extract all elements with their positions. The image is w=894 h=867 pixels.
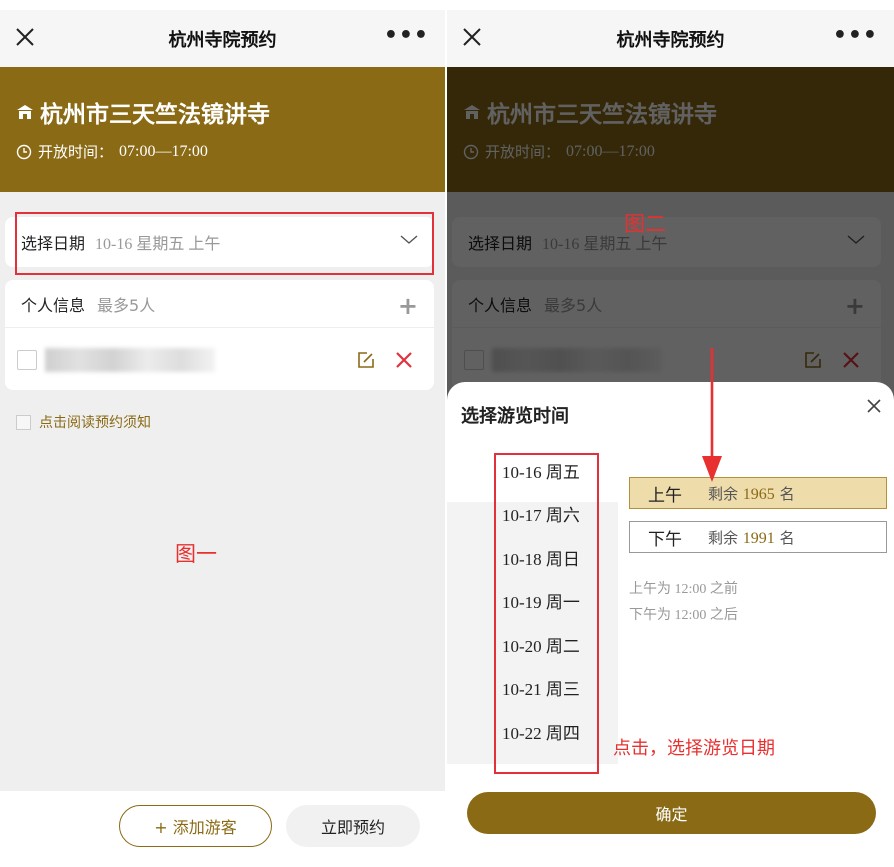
hours-label: 开放时间： [38,143,114,161]
annotation-figure-2: 图二 [624,212,666,236]
page-title: 杭州寺院预约 [616,29,725,51]
time-picker-sheet: 选择游览时间 10-16 周五 10-17 周六 10-18 周日 10-19 … [447,382,894,857]
temple-name: 杭州市三天竺法镜讲寺 [40,102,270,128]
visitor-checkbox[interactable] [17,350,37,370]
bottom-action-bar: + 添加游客 立即预约 [0,791,445,857]
hours-value: 07:00—17:00 [119,142,208,160]
more-icon[interactable]: ••• [833,25,878,47]
slot-note: 上午为 12:00 之前 [629,582,738,597]
highlight-date-box [15,212,434,275]
blurred-visitor-info [45,348,215,372]
close-icon[interactable] [14,26,36,48]
highlight-date-list [494,453,599,774]
close-icon[interactable] [866,398,882,414]
agreement-text: 点击阅读预约须知 [39,415,151,431]
close-icon[interactable] [461,26,483,48]
remaining-prefix: 剩余 [708,484,739,503]
personal-info-label: 个人信息 [21,295,86,315]
personal-info-limit: 最多5人 [97,295,156,315]
remaining-count: 1991 [742,529,775,547]
slot-afternoon[interactable]: 下午 剩余 1991 名 [629,521,887,553]
agreement-link[interactable]: 点击阅读预约须知 [16,412,151,432]
annotation-arrow [702,348,722,482]
slot-name: 下午 [648,529,682,550]
screen-figure-2: 杭州寺院预约 ••• 杭州市三天竺法镜讲寺 开放时间： 07:00—17:00 … [447,10,894,857]
sheet-title: 选择游览时间 [461,406,569,427]
temple-icon [17,105,33,119]
personal-info-card: 个人信息 最多5人 + [5,280,434,390]
book-now-button[interactable]: 立即预约 [286,805,420,847]
page-title: 杭州寺院预约 [168,29,277,51]
delete-icon[interactable] [394,350,414,370]
screen-figure-1: 杭州寺院预约 ••• 杭州市三天竺法镜讲寺 开放时间： 07:00—17:00 … [0,10,445,857]
add-visitor-button[interactable]: + 添加游客 [119,805,272,847]
slot-name: 上午 [648,485,682,506]
top-bar: 杭州寺院预约 ••• [0,10,445,67]
agreement-checkbox[interactable] [16,414,31,430]
remaining-suffix: 名 [779,484,795,503]
edit-icon[interactable] [356,350,376,370]
annotation-figure-1: 图一 [175,542,217,566]
confirm-button[interactable]: 确定 [467,792,876,834]
clock-icon [16,144,32,159]
remaining-count: 1965 [742,485,775,503]
slot-note: 下午为 12:00 之后 [629,608,738,623]
visitor-row [17,340,422,380]
slot-morning[interactable]: 上午 剩余 1965 名 [629,477,887,509]
remaining-prefix: 剩余 [708,528,739,547]
top-bar: 杭州寺院预约 ••• [447,10,894,67]
remaining-suffix: 名 [779,528,795,547]
more-icon[interactable]: ••• [384,25,429,47]
add-person-icon[interactable]: + [398,292,418,320]
temple-header: 杭州市三天竺法镜讲寺 开放时间： 07:00—17:00 [0,67,445,192]
annotation-click-hint: 点击，选择游览日期 [613,738,775,759]
